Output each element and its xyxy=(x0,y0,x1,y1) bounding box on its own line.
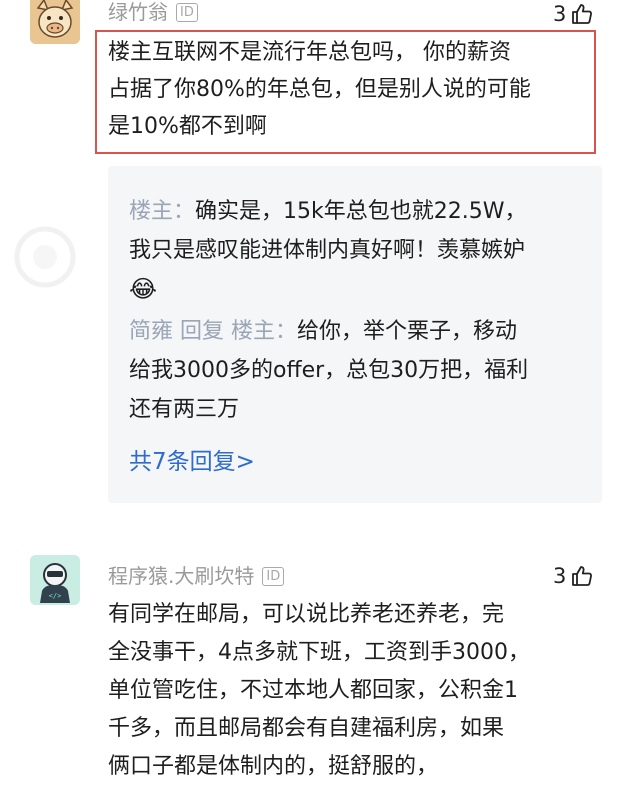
thumbs-up-icon xyxy=(572,566,593,586)
avatar[interactable] xyxy=(30,0,80,44)
comment-text: 有同学在邮局，可以说比养老还养老，完 全没事干，4点多就下班，工资到手3000，… xyxy=(108,596,608,786)
programmer-avatar-icon: </> xyxy=(30,555,80,605)
view-more-replies-link[interactable]: 共7条回复> xyxy=(129,442,255,476)
comment-line: 有同学在邮局，可以说比养老还养老，完 xyxy=(108,602,505,627)
like-count: 3 xyxy=(553,2,567,26)
comment-line: 占据了你80%的年总包，但是别人说的可能 xyxy=(108,77,531,102)
reply-text: 确实是，15k年总包也就22.5W， xyxy=(195,199,527,224)
comment-line: 是10%都不到啊 xyxy=(108,114,267,139)
reply-text: 给你，举个栗子，移动 xyxy=(297,319,518,344)
comment-line: 单位管吃住，不过本地人都回家，公积金1 xyxy=(108,678,518,703)
reply-item[interactable]: 楼主：确实是，15k年总包也就22.5W， 我只是感叹能进体制内真好啊！羡慕嫉妒… xyxy=(129,192,599,309)
id-badge: ID xyxy=(262,567,285,586)
thumbs-up-icon xyxy=(572,4,593,24)
comment-line: 俩口子都是体制内的，挺舒服的， xyxy=(108,754,439,779)
like-button[interactable]: 3 xyxy=(553,564,594,588)
reply-item[interactable]: 简雍 回复 楼主：给你，举个栗子，移动 给我3000多的offer，总包30万把… xyxy=(129,312,599,429)
reply-text: 给我3000多的offer，总包30万把，福利 xyxy=(129,358,529,383)
reply-author[interactable]: 简雍 回复 楼主 xyxy=(129,319,275,344)
comment-line: 全没事干，4点多就下班，工资到手3000， xyxy=(108,640,530,665)
like-count: 3 xyxy=(553,564,567,588)
like-button[interactable]: 3 xyxy=(553,2,594,26)
avatar[interactable]: </> xyxy=(30,555,80,605)
cow-avatar-icon xyxy=(30,0,80,44)
reply-author[interactable]: 楼主 xyxy=(129,199,173,224)
id-badge: ID xyxy=(176,3,198,22)
comment-username[interactable]: 绿竹翁 ID xyxy=(108,0,198,25)
comment-line: 千多，而且邮局都会有自建福利房，如果 xyxy=(108,716,505,741)
svg-text:</>: </> xyxy=(49,592,62,600)
reply-text: 还有两三万 xyxy=(129,397,240,422)
comment-username[interactable]: 程序猿.大刷坎特 ID xyxy=(108,560,285,589)
reply-text: 我只是感叹能进体制内真好啊！羡慕嫉妒 xyxy=(129,238,526,263)
reply-panel: 楼主：确实是，15k年总包也就22.5W， 我只是感叹能进体制内真好啊！羡慕嫉妒… xyxy=(108,166,602,503)
comment-line: 楼主互联网不是流行年总包吗， 你的薪资 xyxy=(108,40,511,65)
comment-text: 楼主互联网不是流行年总包吗， 你的薪资 占据了你80%的年总包，但是别人说的可能… xyxy=(108,34,588,145)
laughing-crying-emoji-icon: 😂 xyxy=(129,275,158,303)
watermark-logo xyxy=(10,222,80,296)
